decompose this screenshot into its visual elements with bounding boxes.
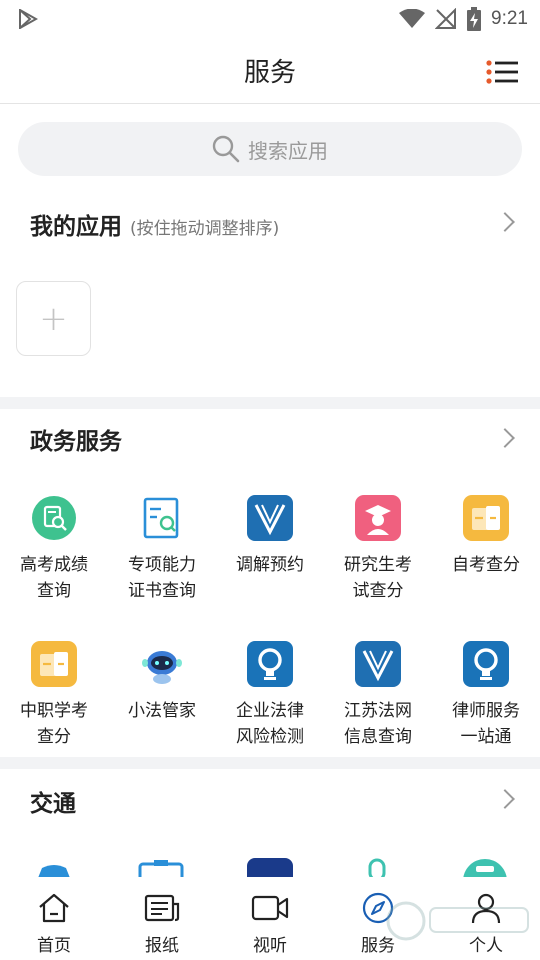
traffic-title: 交通 [30, 791, 76, 817]
search-icon [212, 135, 240, 163]
gov-app-item[interactable]: 小法管家 [108, 641, 216, 724]
battery-charging-icon [467, 7, 482, 31]
car-icon[interactable] [30, 862, 78, 878]
gov-app-label: 律师服务 一站通 [452, 701, 520, 747]
nav-item-video[interactable]: 视听 [216, 891, 324, 956]
gov-app-item[interactable]: 调解预约 [216, 495, 324, 578]
page-title: 服务 [243, 58, 296, 88]
gov-app-item[interactable]: 专项能力 证书查询 [108, 495, 216, 604]
home-icon [39, 893, 69, 923]
clock: 9:21 [491, 8, 528, 29]
gov-app-item[interactable]: 律师服务 一站通 [432, 641, 540, 750]
plus-icon: + [39, 298, 68, 339]
my-apps-header: 我的应用 (按住拖动调整排序) [30, 207, 279, 241]
gov-app-label: 研究生考 试查分 [344, 555, 412, 601]
newspaper-icon [144, 894, 180, 922]
score-search-icon [31, 495, 77, 541]
gov-app-label: 小法管家 [128, 701, 196, 721]
location-pin-icon[interactable] [366, 858, 388, 878]
gov-app-label: 江苏法网 信息查询 [344, 701, 412, 747]
gov-app-item[interactable]: 自考查分 [432, 495, 540, 578]
section-divider [0, 397, 540, 409]
nav-item-home[interactable]: 首页 [0, 891, 108, 956]
my-apps-chevron-icon[interactable] [495, 212, 515, 232]
watermark-logo [386, 901, 529, 941]
no-signal-icon [435, 8, 457, 29]
my-apps-hint: (按住拖动调整排序) [130, 219, 280, 239]
gov-app-item[interactable]: 高考成绩 查询 [0, 495, 108, 604]
menu-list-icon[interactable] [486, 60, 518, 84]
folder-icon [31, 641, 77, 687]
gov-services-title: 政务服务 [30, 429, 122, 455]
section-divider [0, 757, 540, 769]
nav-label: 首页 [37, 936, 71, 956]
graduate-icon [355, 495, 401, 541]
nav-label: 报纸 [145, 936, 179, 956]
traffic-app-icon[interactable] [247, 858, 293, 878]
wifi-icon [399, 9, 426, 28]
gov-app-label: 专项能力 证书查询 [128, 555, 196, 601]
robot-icon [139, 641, 185, 687]
v-logo-icon [355, 641, 401, 687]
traffic-chevron-icon[interactable] [495, 789, 515, 809]
gov-services-chevron-icon[interactable] [495, 428, 515, 448]
id-card-icon[interactable] [138, 860, 184, 878]
gov-app-item[interactable]: 江苏法网 信息查询 [324, 641, 432, 750]
search-bar[interactable]: 搜索应用 [18, 122, 522, 176]
bus-icon[interactable] [462, 858, 508, 878]
certificate-search-icon [139, 495, 185, 541]
gov-app-label: 自考查分 [452, 555, 520, 575]
nav-item-newspaper[interactable]: 报纸 [108, 891, 216, 956]
status-bar: 9:21 [0, 0, 540, 38]
gov-app-item[interactable]: 中职学考 查分 [0, 641, 108, 750]
play-store-icon [19, 9, 38, 29]
gov-app-label: 高考成绩 查询 [20, 555, 88, 601]
v-logo-icon [247, 495, 293, 541]
my-apps-title: 我的应用 [30, 214, 122, 240]
bulb-icon [247, 641, 293, 687]
app-header: 服务 [0, 38, 540, 104]
gov-app-label: 企业法律 风险检测 [236, 701, 304, 747]
video-icon [251, 895, 289, 921]
bulb-icon [463, 641, 509, 687]
gov-app-item[interactable]: 企业法律 风险检测 [216, 641, 324, 750]
gov-app-item[interactable]: 研究生考 试查分 [324, 495, 432, 604]
search-placeholder: 搜索应用 [248, 138, 328, 163]
gov-app-label: 中职学考 查分 [20, 701, 88, 747]
nav-label: 视听 [253, 936, 287, 956]
add-app-button[interactable]: + [16, 281, 91, 356]
gov-app-label: 调解预约 [236, 555, 304, 575]
folder-icon [463, 495, 509, 541]
traffic-app-row [0, 856, 540, 878]
